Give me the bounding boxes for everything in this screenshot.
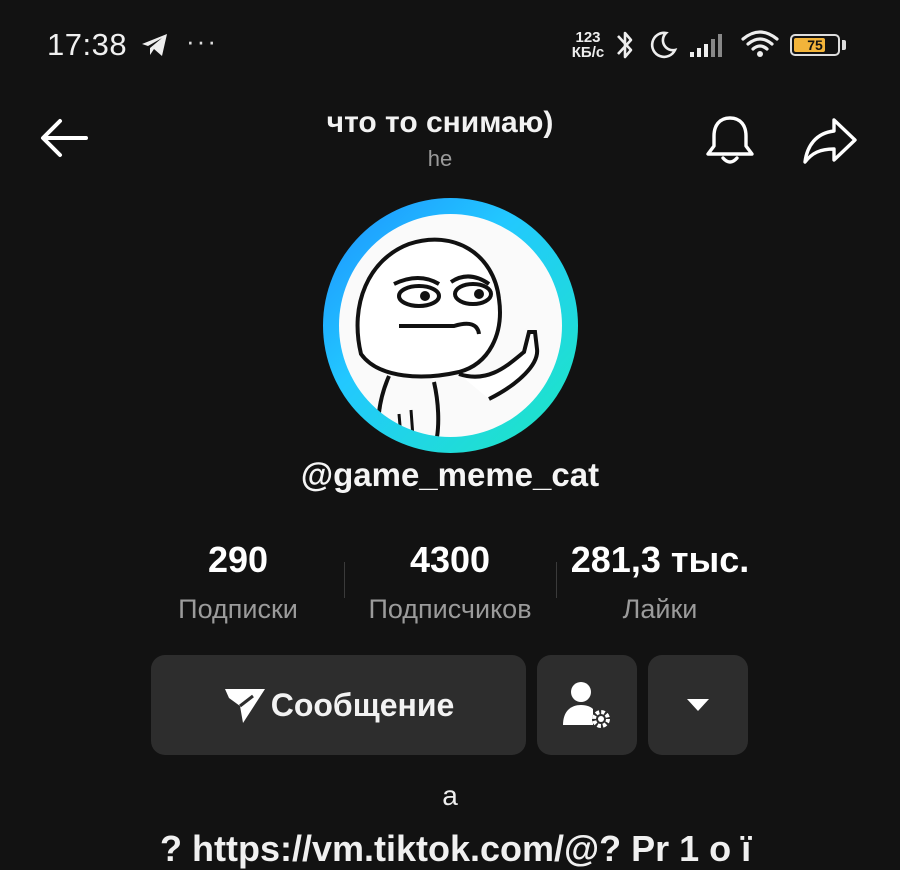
avatar-ring[interactable] (323, 198, 578, 453)
share-icon[interactable] (800, 110, 860, 170)
stat-likes-value: 281,3 тыс. (570, 539, 750, 580)
stat-likes-label: Лайки (622, 594, 698, 624)
stat-followers-label: Подписчиков (368, 594, 532, 624)
net-speed-unit: КБ/с (571, 44, 605, 61)
stat-following[interactable]: 290 Подписки (163, 536, 313, 625)
net-speed-value: 123 (575, 29, 601, 46)
stat-following-label: Подписки (178, 594, 298, 624)
meme-face-avatar-icon (355, 237, 540, 437)
do-not-disturb-moon-icon (650, 31, 678, 59)
stat-likes[interactable]: 281,3 тыс. Лайки (560, 536, 760, 625)
bio-text: a (442, 780, 458, 811)
more-options-button[interactable] (648, 655, 748, 755)
bio-link[interactable]: ? https://vm.tiktok.com/@? Pr 1 о ї (160, 828, 751, 870)
avatar[interactable] (339, 214, 562, 437)
bell-icon[interactable] (700, 110, 760, 170)
stat-followers[interactable]: 4300 Подписчиков (350, 536, 550, 625)
status-bar: 17:38 ··· 123 КБ/с 75 (0, 0, 900, 90)
battery-tip (842, 40, 846, 50)
follow-settings-button[interactable] (537, 655, 637, 755)
telegram-icon (142, 34, 167, 56)
stat-divider (556, 562, 557, 598)
status-time: 17:38 (47, 27, 128, 62)
username: @game_meme_cat (300, 456, 600, 493)
signal-icon (690, 34, 722, 57)
bluetooth-icon (617, 31, 633, 59)
user-settings-icon (563, 682, 610, 728)
more-notifications-indicator: ··· (186, 26, 218, 56)
wifi-icon (741, 30, 779, 57)
caret-down-icon (687, 699, 709, 711)
send-icon (224, 689, 265, 723)
stat-followers-value: 4300 (409, 539, 491, 580)
net-speed: 123 КБ/с (567, 30, 609, 60)
battery-icon: 75 (790, 34, 840, 56)
stat-following-value: 290 (207, 539, 269, 580)
message-button[interactable]: Сообщение (151, 655, 526, 755)
battery-level: 75 (807, 37, 823, 53)
stat-divider (344, 562, 345, 598)
message-button-label: Сообщение (270, 686, 455, 723)
